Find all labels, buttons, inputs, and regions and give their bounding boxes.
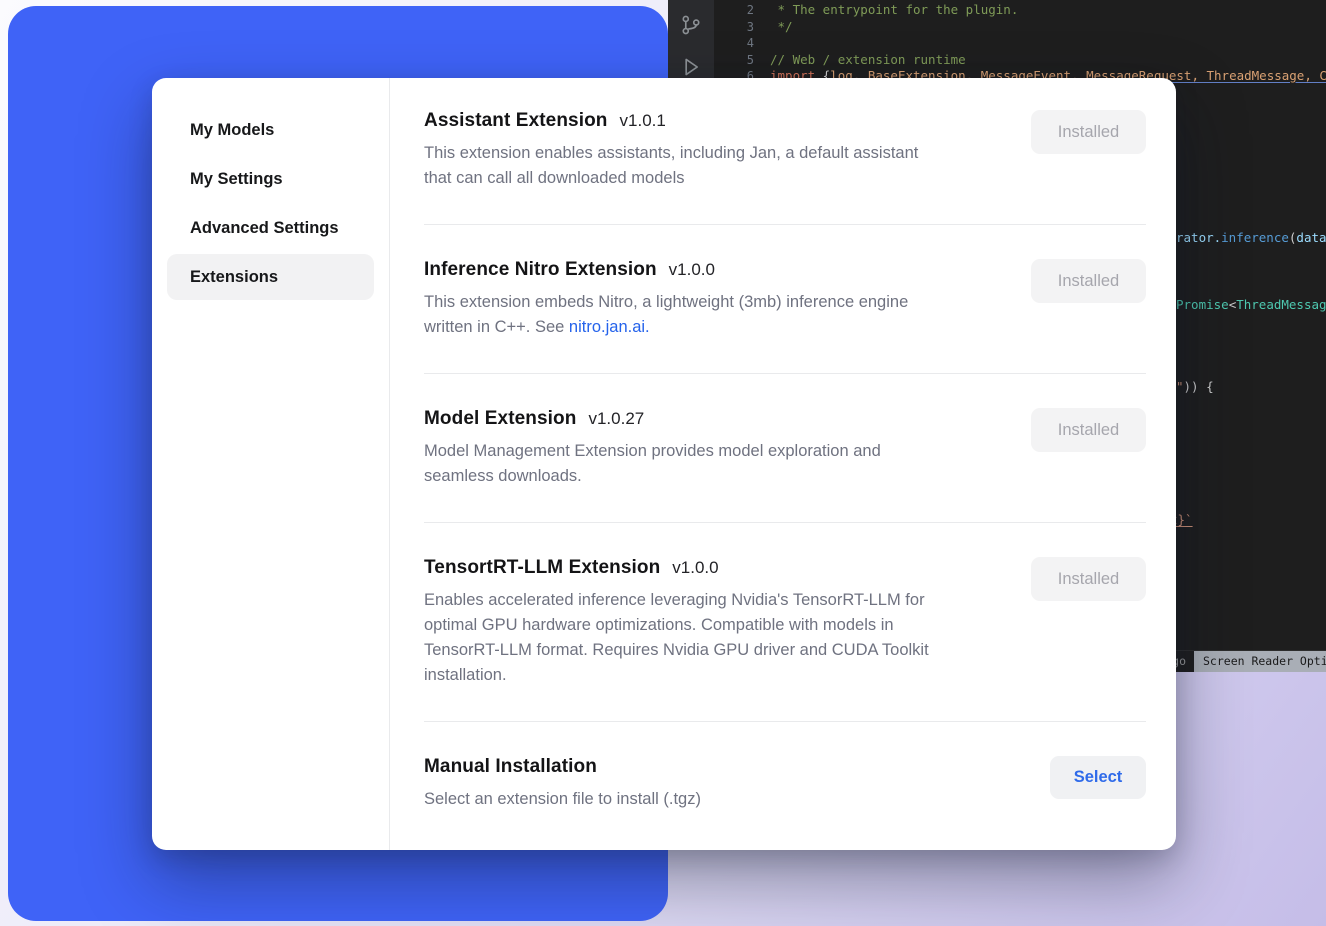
code-fragment: ")) {	[1176, 379, 1214, 394]
settings-sidebar: My Models My Settings Advanced Settings …	[152, 78, 390, 850]
code-lines: 2 * The entrypoint for the plugin. 3 */ …	[714, 2, 1326, 85]
description-line: that can call all downloaded models	[424, 169, 685, 187]
extension-description: Enables accelerated inference leveraging…	[424, 588, 929, 688]
extension-version: v1.0.0	[672, 558, 718, 578]
installed-button[interactable]: Installed	[1031, 110, 1146, 154]
code-text: rator.	[1176, 230, 1221, 245]
description-line: Model Management Extension provides mode…	[424, 442, 881, 460]
code-text: "	[1176, 379, 1184, 394]
screen-reader-status-item[interactable]: Screen Reader Optimized	[1194, 651, 1326, 672]
extension-description: This extension embeds Nitro, a lightweig…	[424, 290, 908, 340]
installed-button[interactable]: Installed	[1031, 408, 1146, 452]
line-number: 3	[714, 19, 770, 36]
code-line: 3 */	[714, 19, 1326, 36]
description-line: installation.	[424, 666, 507, 684]
code-text: ThreadMessage	[1236, 297, 1326, 312]
extension-version: v1.0.27	[588, 409, 644, 429]
sidebar-item-my-models[interactable]: My Models	[167, 107, 374, 153]
extension-section-tensorrt: TensortRT-LLM Extension v1.0.0 Enables a…	[424, 522, 1146, 721]
sidebar-item-my-settings[interactable]: My Settings	[167, 156, 374, 202]
extension-title: Model Extension	[424, 408, 576, 430]
extension-title: Inference Nitro Extension	[424, 259, 657, 281]
extension-section-model: Model Extension v1.0.27 Model Management…	[424, 373, 1146, 522]
extension-description: This extension enables assistants, inclu…	[424, 141, 918, 191]
description-line: written in C++. See	[424, 318, 569, 336]
extension-section-nitro: Inference Nitro Extension v1.0.0 This ex…	[424, 224, 1146, 373]
select-file-button[interactable]: Select	[1050, 756, 1146, 799]
description-line: optimal GPU hardware optimizations. Comp…	[424, 616, 894, 634]
code-fragment: Promise<ThreadMessage>	[1176, 297, 1326, 312]
extension-section-assistant: Assistant Extension v1.0.1 This extensio…	[424, 78, 1146, 224]
code-line: 5 // Web / extension runtime	[714, 52, 1326, 69]
extension-header: Model Extension v1.0.27	[424, 408, 881, 430]
description-line: seamless downloads.	[424, 467, 582, 485]
extension-description: Select an extension file to install (.tg…	[424, 787, 701, 812]
code-text: data	[1296, 230, 1326, 245]
sidebar-item-extensions[interactable]: Extensions	[167, 254, 374, 300]
extension-info: Manual Installation Select an extension …	[424, 756, 701, 812]
extension-header: Inference Nitro Extension v1.0.0	[424, 259, 908, 281]
extension-info: Model Extension v1.0.27 Model Management…	[424, 408, 881, 489]
code-text: inference	[1221, 230, 1289, 245]
extensions-panel: Assistant Extension v1.0.1 This extensio…	[390, 78, 1176, 850]
line-number: 4	[714, 35, 770, 52]
code-text: )) {	[1184, 379, 1214, 394]
code-text: */	[770, 19, 793, 36]
code-text: * The entrypoint for the plugin.	[770, 2, 1018, 19]
installed-button[interactable]: Installed	[1031, 259, 1146, 303]
code-fragment: rator.inference(data));	[1176, 230, 1326, 245]
description-line: This extension enables assistants, inclu…	[424, 144, 918, 162]
settings-modal: My Models My Settings Advanced Settings …	[152, 78, 1176, 850]
extension-description: Model Management Extension provides mode…	[424, 439, 881, 489]
extension-title: TensortRT-LLM Extension	[424, 557, 660, 579]
extension-version: v1.0.0	[669, 260, 715, 280]
code-text: // Web / extension runtime	[770, 52, 966, 69]
extension-version: v1.0.1	[620, 111, 666, 131]
desktop-background: { "colors": { "blue_panel": "#3f63f7", "…	[0, 0, 1326, 926]
code-line: 4	[714, 35, 1326, 52]
line-number: 5	[714, 52, 770, 69]
run-debug-icon[interactable]	[678, 54, 704, 80]
installed-button[interactable]: Installed	[1031, 557, 1146, 601]
description-line: Select an extension file to install (.tg…	[424, 790, 701, 808]
extension-header: TensortRT-LLM Extension v1.0.0	[424, 557, 929, 579]
extension-header: Assistant Extension v1.0.1	[424, 110, 918, 132]
source-control-icon[interactable]	[678, 12, 704, 38]
extension-info: TensortRT-LLM Extension v1.0.0 Enables a…	[424, 557, 929, 688]
extension-title: Manual Installation	[424, 756, 597, 778]
code-line: 2 * The entrypoint for the plugin.	[714, 2, 1326, 19]
extension-info: Assistant Extension v1.0.1 This extensio…	[424, 110, 918, 191]
nitro-link[interactable]: nitro.jan.ai.	[569, 318, 650, 336]
description-line: Enables accelerated inference leveraging…	[424, 591, 925, 609]
extension-title: Assistant Extension	[424, 110, 608, 132]
sidebar-item-advanced-settings[interactable]: Advanced Settings	[167, 205, 374, 251]
extension-header: Manual Installation	[424, 756, 701, 778]
extension-section-manual-install: Manual Installation Select an extension …	[424, 721, 1146, 845]
code-text: Promise	[1176, 297, 1229, 312]
extension-info: Inference Nitro Extension v1.0.0 This ex…	[424, 259, 908, 340]
description-line: TensorRT-LLM format. Requires Nvidia GPU…	[424, 641, 929, 659]
description-line: This extension embeds Nitro, a lightweig…	[424, 293, 908, 311]
line-number: 2	[714, 2, 770, 19]
